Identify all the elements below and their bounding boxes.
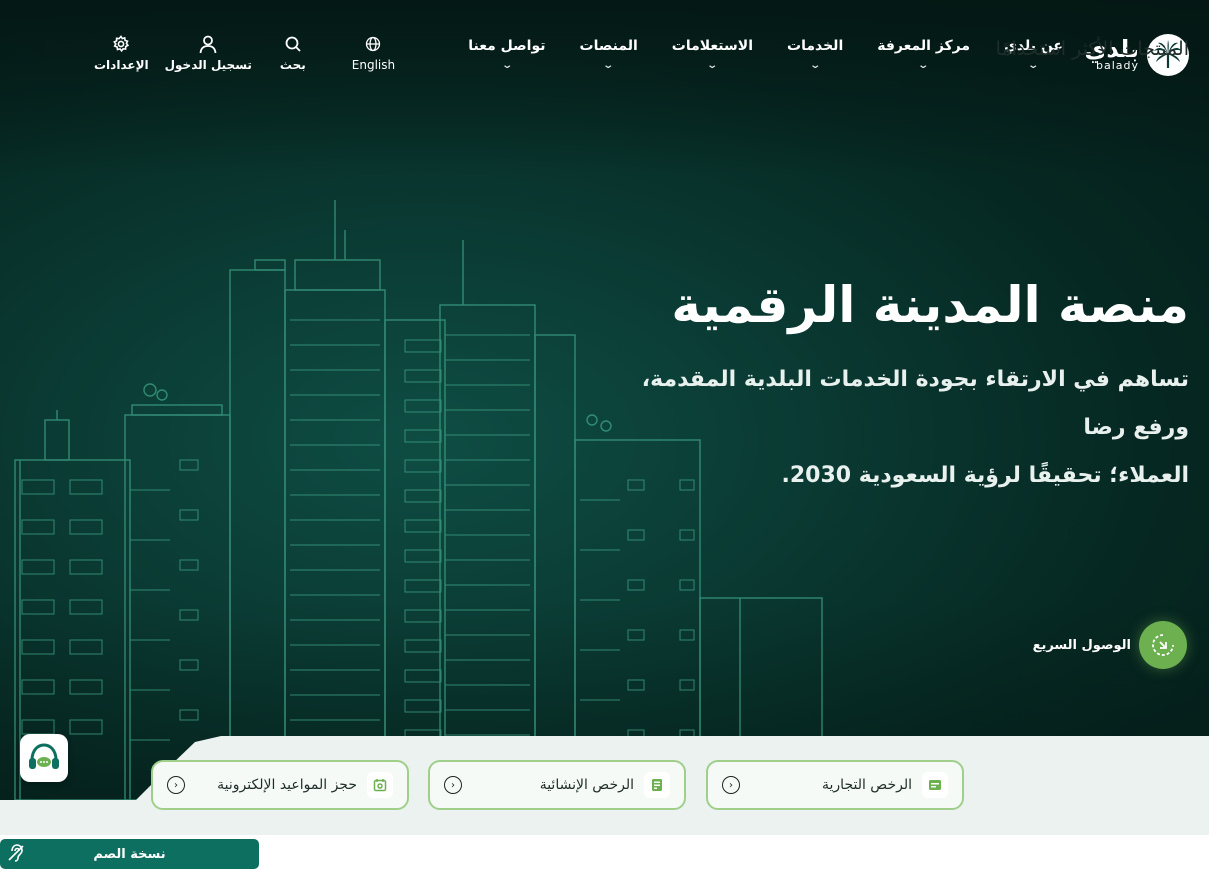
chevron-left-icon: ‹ — [722, 776, 740, 794]
nav-item-label: تواصل معنا — [468, 38, 546, 54]
product-card-electronic-appointments[interactable]: حجز المواعيد الإلكترونية ‹ — [151, 760, 409, 810]
hero-section: بلدي balady عن بلدي ⌄ مركز المعرفة ⌄ الخ… — [0, 0, 1209, 800]
product-card-label: حجز المواعيد الإلكترونية — [217, 777, 357, 793]
nav-item-services[interactable]: الخدمات ⌄ — [787, 38, 843, 71]
login-button[interactable]: تسجيل الدخول — [165, 34, 252, 72]
quick-access-button[interactable]: الوصول السريع — [1033, 621, 1187, 669]
nav-item-label: الاستعلامات — [671, 38, 754, 54]
deaf-version-button[interactable]: نسخة الصم — [0, 839, 259, 869]
construction-license-icon — [644, 772, 670, 798]
product-card-construction-licenses[interactable]: الرخص الإنشائية ‹ — [428, 760, 686, 810]
chevron-left-icon: ‹ — [444, 776, 462, 794]
settings-label: الإعدادات — [94, 58, 149, 72]
search-icon — [284, 34, 302, 54]
chevron-left-icon: ‹ — [167, 776, 185, 794]
support-headset-icon — [29, 743, 59, 769]
globe-icon — [365, 34, 381, 54]
gear-icon — [112, 34, 130, 54]
chevron-down-icon: ⌄ — [500, 60, 513, 71]
nav-item-knowledge-center[interactable]: مركز المعرفة ⌄ — [877, 38, 970, 71]
hero-content: منصة المدينة الرقمية تساهم في الارتقاء ب… — [589, 272, 1189, 500]
login-label: تسجيل الدخول — [164, 58, 252, 72]
nav-item-inquiries[interactable]: الاستعلامات ⌄ — [672, 38, 753, 71]
hero-title: منصة المدينة الرقمية — [671, 276, 1189, 334]
chevron-down-icon: ⌄ — [917, 60, 930, 71]
commercial-license-icon — [922, 772, 948, 798]
language-label: English — [351, 58, 396, 72]
nav-item-platforms[interactable]: المنصات ⌄ — [580, 38, 638, 71]
quick-access-label: الوصول السريع — [1032, 637, 1131, 653]
settings-button[interactable]: الإعدادات — [94, 34, 149, 72]
chevron-down-icon: ⌄ — [1027, 60, 1040, 71]
nav-item-contact[interactable]: تواصل معنا ⌄ — [468, 38, 545, 71]
product-card-commercial-licenses[interactable]: الرخص التجارية ‹ — [706, 760, 964, 810]
hero-subtitle-line-2: العملاء؛ تحقيقًا لرؤية السعودية 2030. — [781, 463, 1190, 488]
product-card-label: الرخص الإنشائية — [539, 777, 634, 793]
user-icon — [198, 34, 218, 54]
hero-subtitle-line-1: تساهم في الارتقاء بجودة الخدمات البلدية … — [641, 367, 1189, 440]
product-card-label: الرخص التجارية — [822, 777, 912, 793]
appointment-icon — [367, 772, 393, 798]
nav-item-label: مركز المعرفة — [877, 38, 971, 54]
chevron-down-icon: ⌄ — [706, 60, 719, 71]
most-used-products-title: المنتجات الأكثر استخدامًا — [995, 38, 1189, 60]
deaf-version-label: نسخة الصم — [93, 846, 166, 862]
support-headset-button[interactable] — [20, 734, 68, 782]
chevron-down-icon: ⌄ — [809, 60, 822, 71]
search-button[interactable]: بحث — [280, 34, 306, 72]
quick-access-icon — [1139, 621, 1187, 669]
ear-icon — [6, 843, 26, 867]
hero-subtitle: تساهم في الارتقاء بجودة الخدمات البلدية … — [589, 356, 1189, 500]
chevron-down-icon: ⌄ — [602, 60, 615, 71]
nav-item-label: المنصات — [579, 38, 638, 54]
header-utilities: English بحث تسجيل الدخول الإعدادات — [94, 34, 395, 72]
logo-name-en: balady — [1095, 59, 1139, 72]
nav-item-label: الخدمات — [787, 38, 844, 54]
language-switch[interactable]: English — [352, 34, 395, 72]
main-nav: عن بلدي ⌄ مركز المعرفة ⌄ الخدمات ⌄ الاست… — [434, 38, 1063, 71]
search-label: بحث — [279, 58, 306, 72]
